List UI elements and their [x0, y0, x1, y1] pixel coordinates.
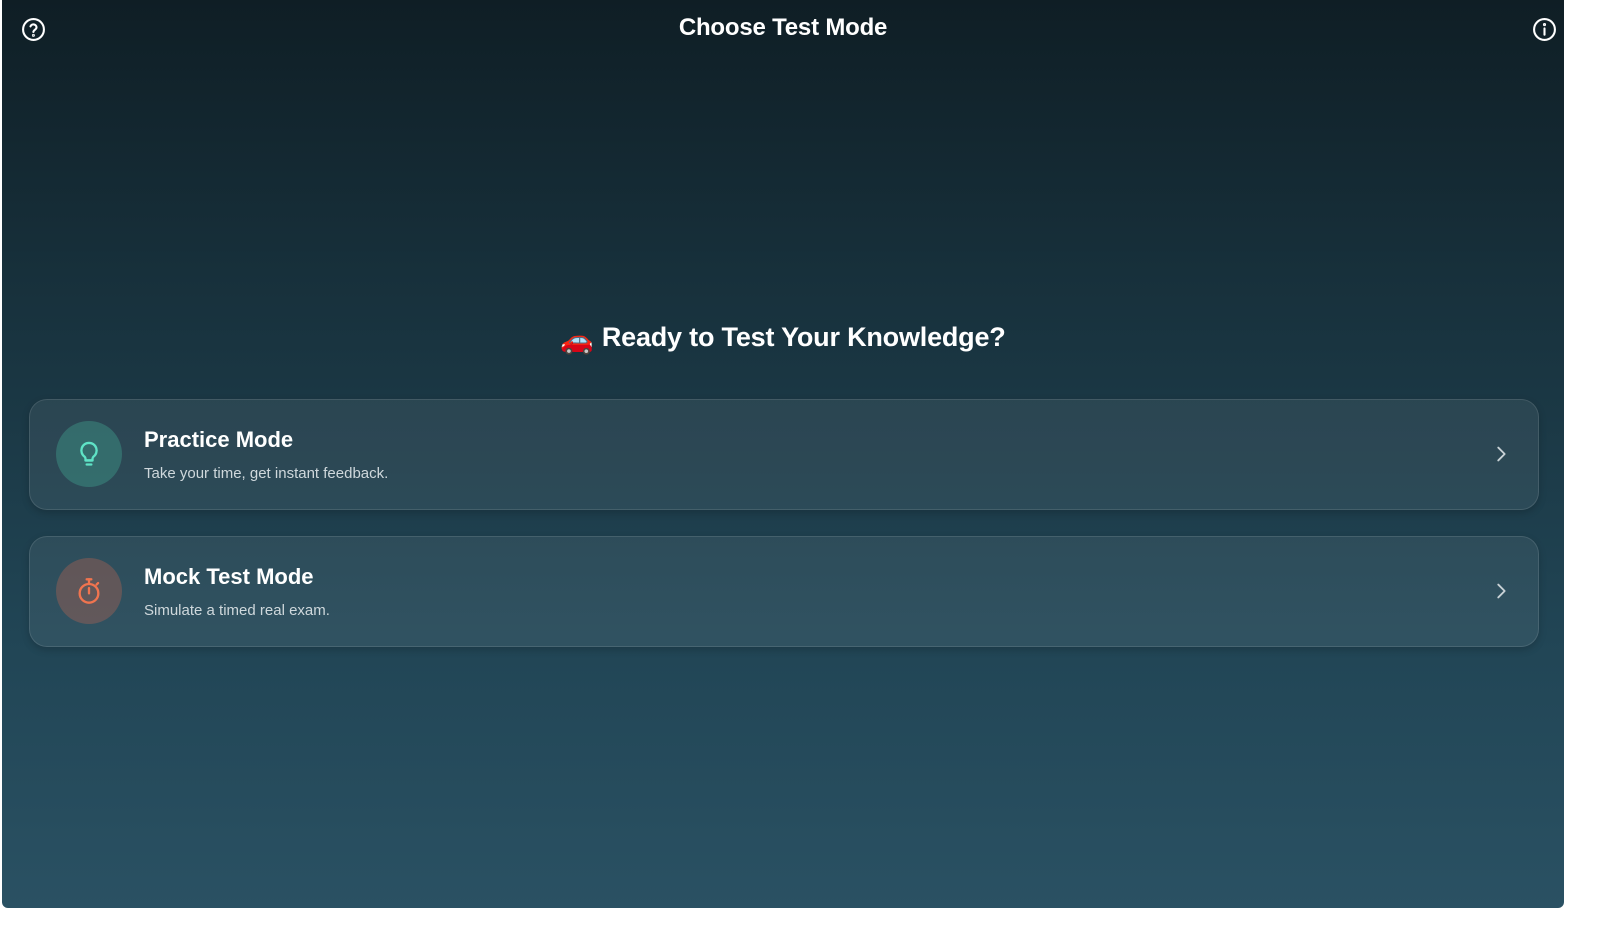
app-screen: Choose Test Mode 🚗 Ready to Test Your Kno…: [2, 0, 1564, 908]
app-bar: Choose Test Mode: [2, 0, 1564, 58]
practice-mode-title: Practice Mode: [144, 427, 294, 452]
info-circle-icon: [1532, 17, 1556, 41]
lightbulb-icon: [80, 441, 98, 466]
welcome-heading-text: Ready to Test Your Knowledge?: [601, 322, 1006, 352]
car-emoji: 🚗: [560, 325, 594, 355]
chevron-right-icon: [1497, 583, 1506, 599]
mock-test-mode-card[interactable]: Mock Test Mode Simulate a timed real exa…: [29, 536, 1539, 647]
stopwatch-icon: [78, 578, 100, 604]
practice-mode-card[interactable]: Practice Mode Take your time, get instan…: [29, 399, 1539, 510]
info-button[interactable]: [1531, 16, 1557, 42]
chevron-right-icon: [1497, 446, 1506, 462]
welcome-heading: 🚗 Ready to Test Your Knowledge?: [2, 322, 1564, 356]
mock-test-mode-title: Mock Test Mode: [144, 564, 314, 589]
practice-mode-icon-circle: [56, 421, 122, 487]
mock-test-mode-description: Simulate a timed real exam.: [144, 602, 330, 619]
mock-test-mode-icon-circle: [56, 558, 122, 624]
practice-mode-description: Take your time, get instant feedback.: [144, 465, 389, 482]
page-title: Choose Test Mode: [678, 14, 888, 41]
